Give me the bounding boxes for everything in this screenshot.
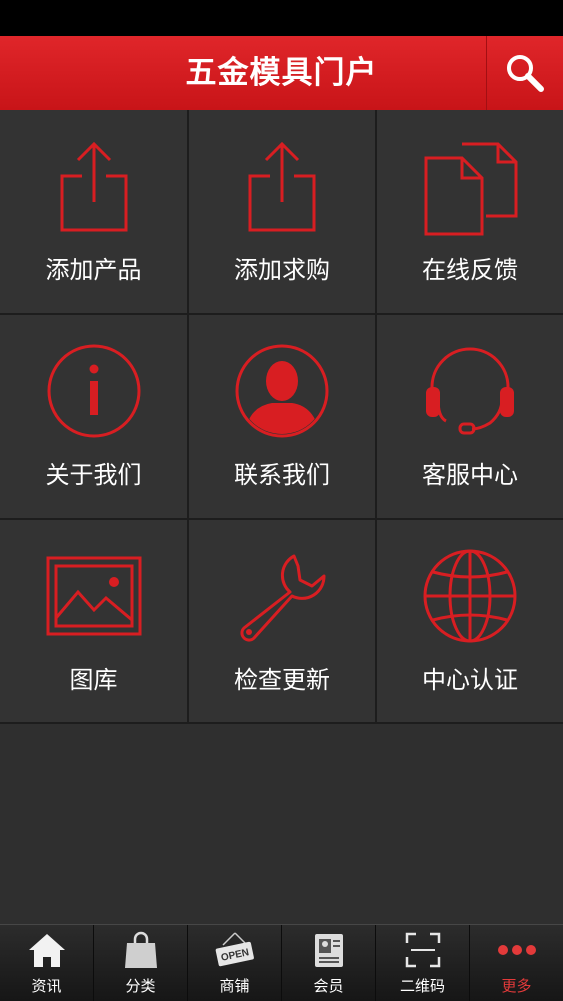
qr-scan-icon	[405, 932, 440, 968]
grid-item-add-purchase[interactable]: 添加求购	[189, 110, 377, 315]
tab-label: 更多	[501, 977, 532, 995]
tab-label: 资讯	[31, 977, 62, 995]
grid-item-label: 关于我们	[45, 461, 142, 489]
tab-label: 二维码	[399, 977, 445, 995]
tab-category[interactable]: 分类	[94, 925, 188, 1001]
search-button[interactable]	[486, 36, 563, 110]
grid-item-about-us[interactable]: 关于我们	[0, 315, 189, 520]
grid-item-service-center[interactable]: 客服中心	[377, 315, 563, 520]
globe-icon	[423, 549, 517, 643]
more-dots-icon	[497, 945, 536, 955]
upload-icon	[60, 141, 127, 232]
tab-member[interactable]: 会员	[282, 925, 376, 1001]
bottom-tab-bar: 资讯 分类 OPEN 商铺 会员 二维码 更多	[0, 924, 563, 1001]
search-icon	[507, 55, 544, 92]
picture-icon	[46, 556, 141, 636]
grid-item-label: 图库	[69, 666, 118, 694]
status-bar	[0, 0, 563, 36]
grid-item-check-update[interactable]: 检查更新	[189, 520, 377, 724]
app-header: 五金模具门户	[0, 36, 563, 111]
grid-item-contact-us[interactable]: 联系我们	[189, 315, 377, 520]
tab-shop[interactable]: OPEN 商铺	[188, 925, 282, 1001]
grid-item-label: 联系我们	[234, 461, 330, 489]
tab-more[interactable]: 更多	[470, 925, 563, 1001]
page-title: 五金模具门户	[185, 55, 378, 91]
upload-icon	[248, 141, 316, 232]
home-icon	[28, 934, 65, 967]
tab-label: 商铺	[219, 977, 250, 995]
tab-label: 分类	[125, 977, 156, 995]
grid-item-label: 添加求购	[234, 256, 330, 284]
id-card-icon	[314, 934, 343, 967]
menu-grid: 添加产品 添加求购 在线反馈 关于我们 联系我们 客服中心 图库 检查更新 中心…	[0, 110, 563, 724]
person-icon	[235, 344, 329, 438]
grid-item-label: 中心认证	[422, 666, 518, 694]
documents-icon	[424, 142, 518, 236]
shopping-bag-icon	[124, 931, 157, 968]
grid-item-gallery[interactable]: 图库	[0, 520, 189, 724]
grid-item-feedback[interactable]: 在线反馈	[377, 110, 563, 315]
grid-item-label: 在线反馈	[422, 256, 518, 284]
grid-item-add-product[interactable]: 添加产品	[0, 110, 189, 315]
tab-qr-code[interactable]: 二维码	[376, 925, 470, 1001]
wrench-icon	[240, 554, 326, 642]
tab-label: 会员	[313, 977, 344, 995]
grid-item-label: 添加产品	[45, 256, 142, 284]
grid-item-certification[interactable]: 中心认证	[377, 520, 563, 724]
grid-item-label: 客服中心	[422, 461, 518, 489]
tab-news[interactable]: 资讯	[0, 925, 94, 1001]
grid-item-label: 检查更新	[234, 666, 330, 694]
open-sign-icon: OPEN	[215, 932, 254, 967]
info-icon	[47, 344, 140, 438]
headset-icon	[426, 347, 514, 435]
